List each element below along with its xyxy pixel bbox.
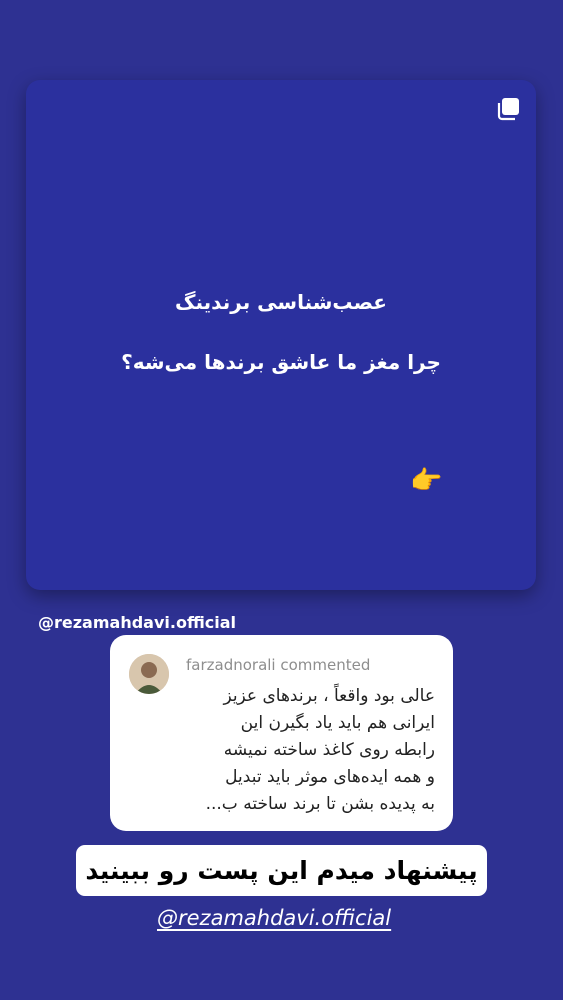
mention-sticker[interactable]: @rezamahdavi.official xyxy=(157,906,391,930)
avatar[interactable] xyxy=(129,654,169,694)
comment-author: farzadnorali commented xyxy=(186,656,371,674)
suggestion-banner: پیشنهاد میدم این پست رو ببینید xyxy=(76,845,487,896)
comment-text: عالی بود واقعاً ، برندهای عزیز ایرانی هم… xyxy=(205,686,435,814)
post-subtitle: چرا مغز ما عاشق برندها می‌شه؟ xyxy=(121,350,441,374)
comment-card[interactable]: farzadnorali commented عالی بود واقعاً ،… xyxy=(110,635,453,831)
post-title: عصب‌شناسی برندینگ xyxy=(175,290,387,314)
pointing-hand-icon: 👉 xyxy=(410,466,443,496)
account-handle[interactable]: @rezamahdavi.official xyxy=(38,613,236,632)
post-card[interactable]: عصب‌شناسی برندینگ چرا مغز ما عاشق برندها… xyxy=(26,80,536,590)
carousel-icon xyxy=(497,98,519,121)
suggestion-text: پیشنهاد میدم این پست رو ببینید xyxy=(85,856,478,885)
